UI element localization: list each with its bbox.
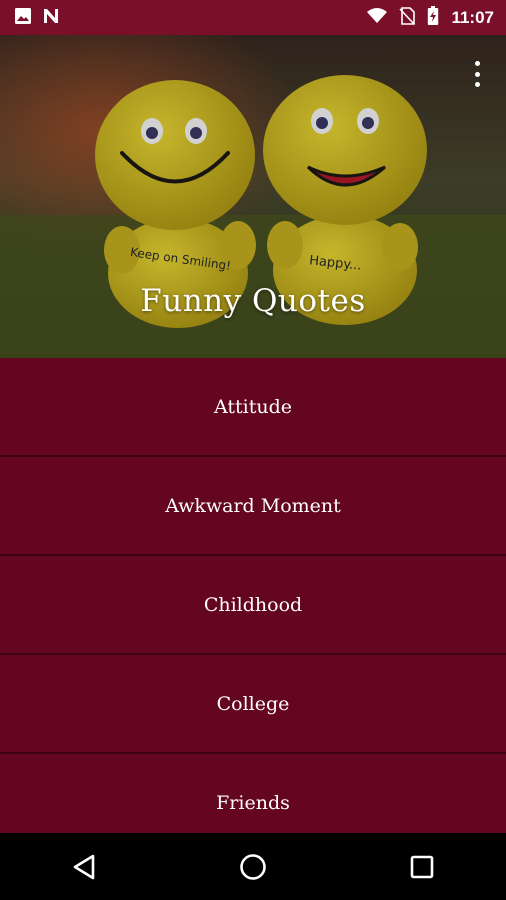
category-item-awkward-moment[interactable]: Awkward Moment bbox=[0, 457, 506, 556]
status-left bbox=[0, 7, 60, 29]
battery-charging-icon bbox=[427, 5, 439, 30]
status-right: 11:07 bbox=[367, 5, 506, 30]
category-item-college[interactable]: College bbox=[0, 655, 506, 754]
header-image: Keep on Smiling! Happy... Funny Quotes bbox=[0, 35, 506, 358]
recents-icon[interactable] bbox=[397, 842, 447, 892]
status-time: 11:07 bbox=[451, 7, 494, 27]
home-icon[interactable] bbox=[228, 842, 278, 892]
overflow-menu-icon[interactable] bbox=[470, 61, 484, 87]
image-icon bbox=[14, 7, 32, 29]
category-item-childhood[interactable]: Childhood bbox=[0, 556, 506, 655]
no-sim-icon bbox=[399, 6, 416, 29]
wifi-icon bbox=[367, 7, 388, 28]
back-icon[interactable] bbox=[59, 842, 109, 892]
category-item-attitude[interactable]: Attitude bbox=[0, 358, 506, 457]
category-item-friends[interactable]: Friends bbox=[0, 754, 506, 833]
category-list: Attitude Awkward Moment Childhood Colleg… bbox=[0, 358, 506, 833]
n-notification-icon bbox=[42, 7, 60, 29]
page-title: Funny Quotes bbox=[140, 283, 366, 319]
status-bar: 11:07 bbox=[0, 0, 506, 35]
navigation-bar bbox=[0, 833, 506, 900]
